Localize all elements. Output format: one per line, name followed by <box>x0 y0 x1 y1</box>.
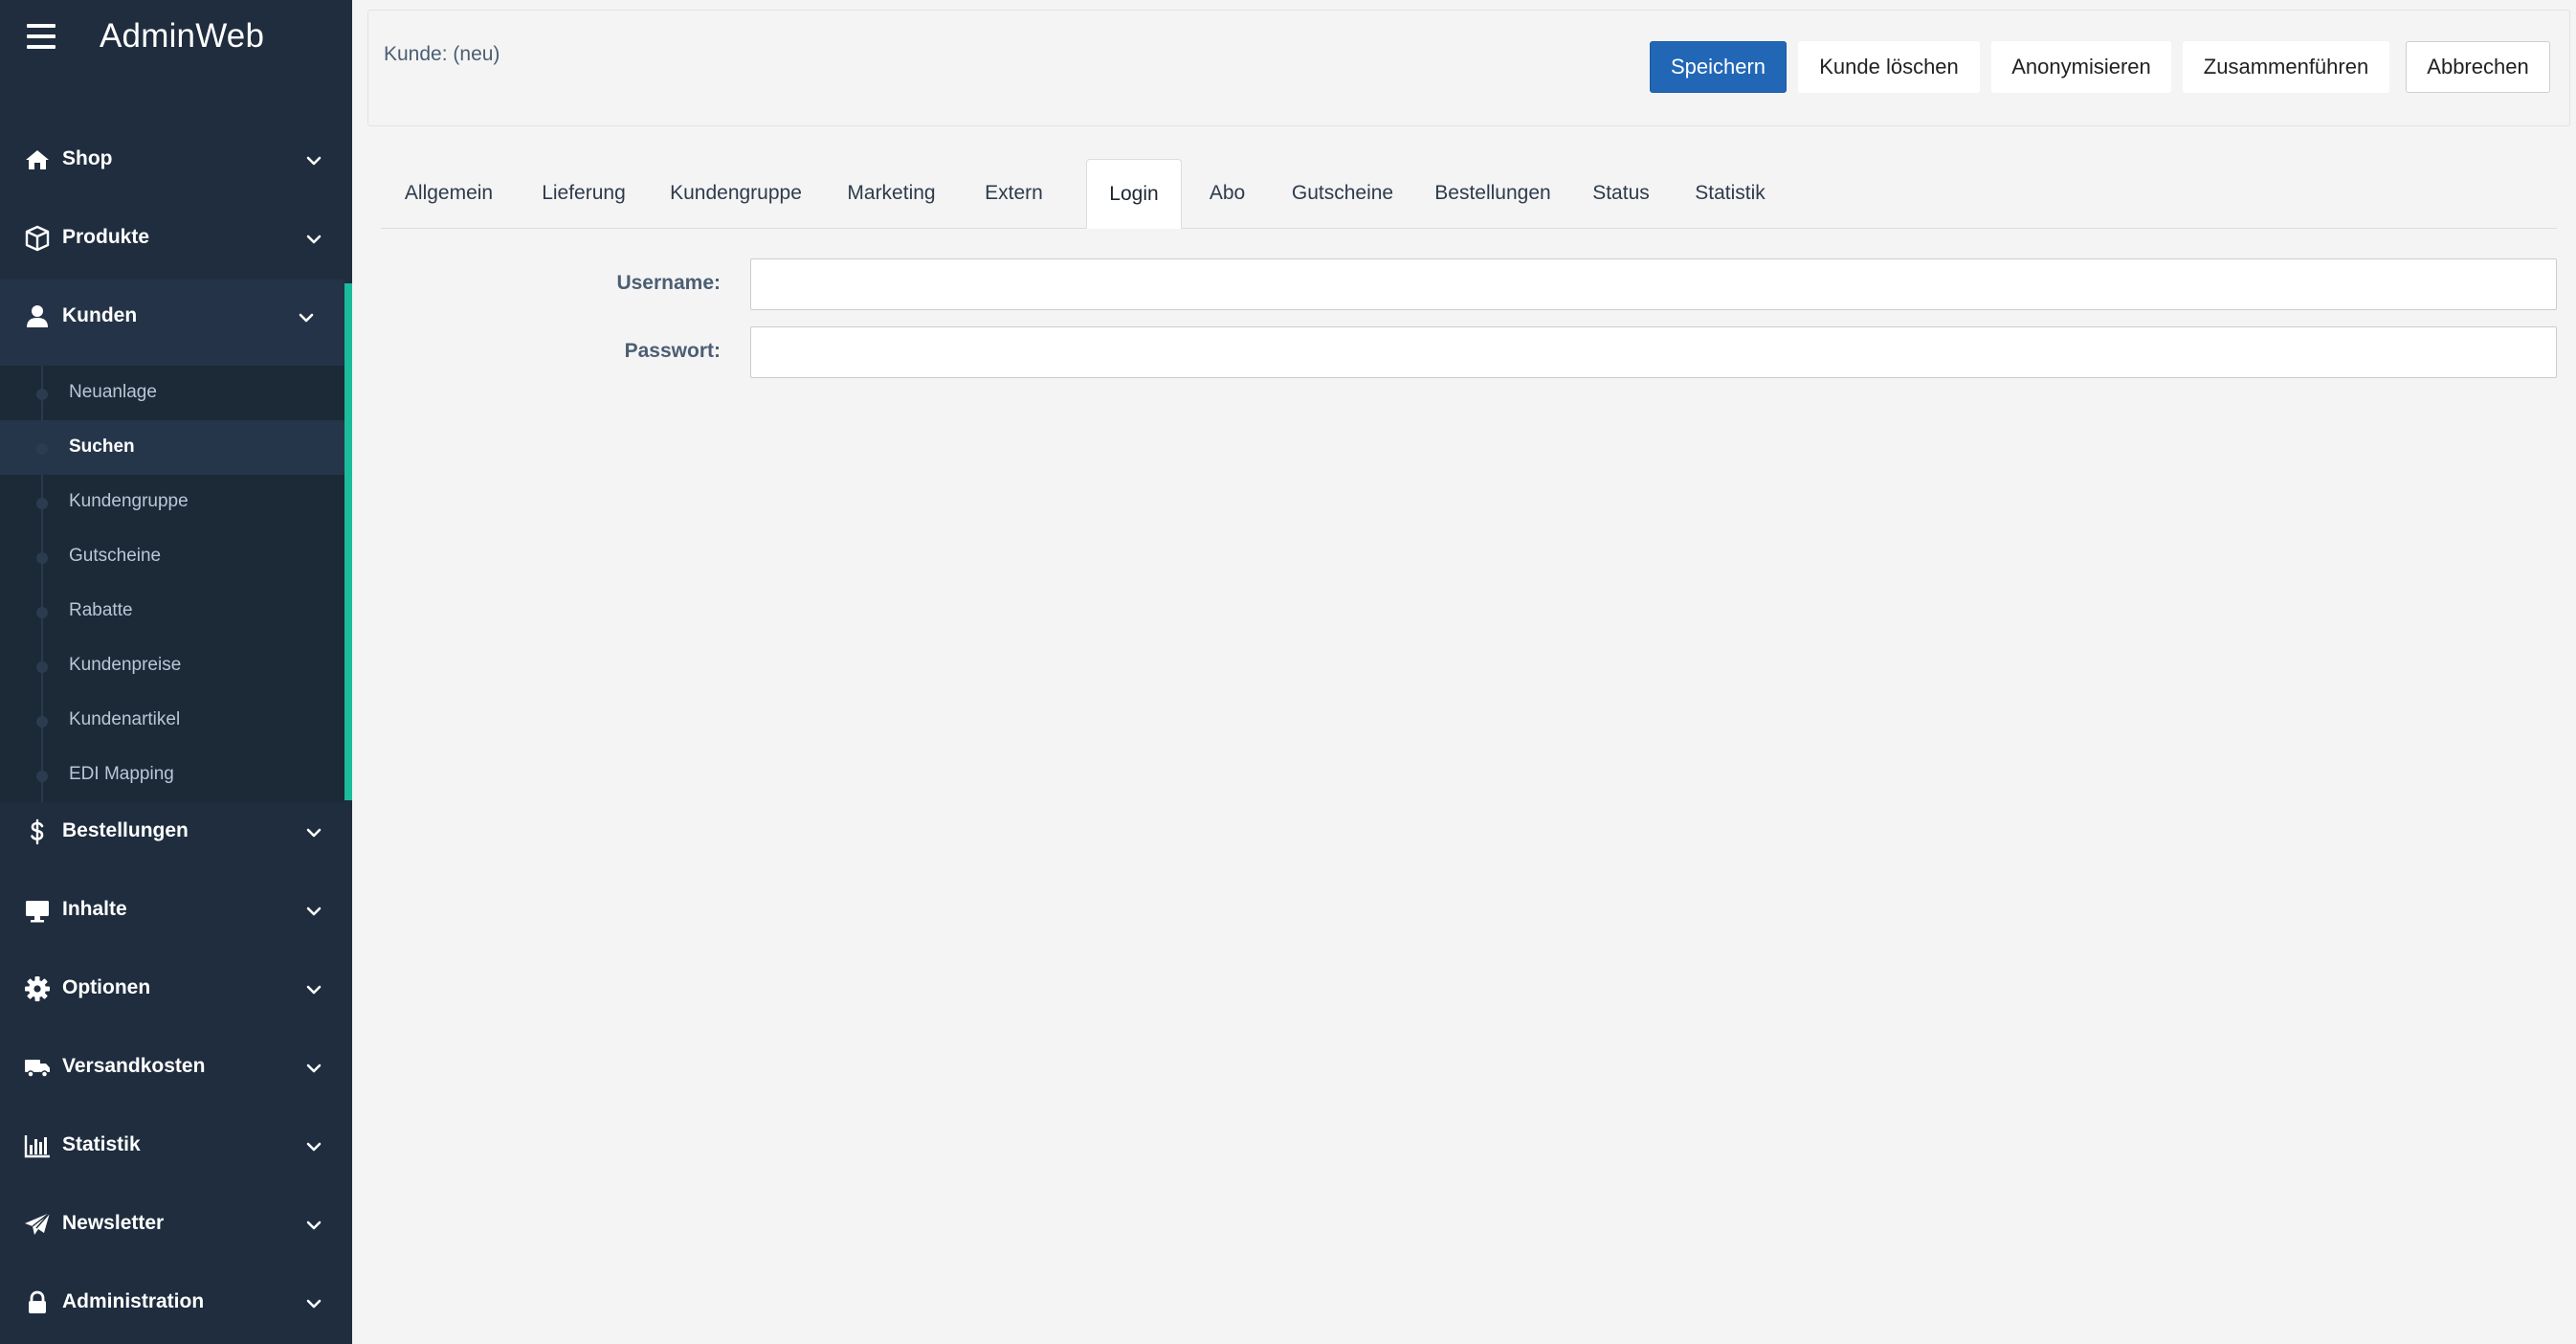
bullet-dot-icon <box>36 552 48 564</box>
dollar-icon <box>23 818 52 846</box>
chevron-down-icon <box>304 1216 323 1235</box>
sidebar-item-kunden[interactable]: Kunden <box>0 280 344 366</box>
tab-lieferung[interactable]: Lieferung <box>517 159 651 228</box>
password-input[interactable] <box>750 326 2557 378</box>
sidebar-item-produkte[interactable]: Produkte <box>0 201 344 280</box>
sidebar-item-label: Bestellungen <box>62 819 189 841</box>
anonymize-button[interactable]: Anonymisieren <box>1991 41 2171 93</box>
chevron-down-icon <box>297 308 316 327</box>
sidebar-item-label: Optionen <box>62 976 151 998</box>
sidebar-subitem-label: Gutscheine <box>69 546 162 566</box>
truck-icon <box>23 1053 52 1082</box>
page-title: Kunde: (neu) <box>384 43 500 65</box>
tab-gutscheine[interactable]: Gutscheine <box>1273 159 1412 228</box>
monitor-icon <box>23 896 52 925</box>
sidebar-item-label: Kunden <box>62 304 138 326</box>
chevron-down-icon <box>304 980 323 999</box>
delete-customer-button[interactable]: Kunde löschen <box>1798 41 1980 93</box>
sidebar-subitem-label: Rabatte <box>69 600 133 620</box>
sidebar-subitem-kundenpreise[interactable]: Kundenpreise <box>0 638 344 693</box>
sidebar-subitem-gutscheine[interactable]: Gutscheine <box>0 529 344 584</box>
paper-plane-icon <box>23 1210 52 1239</box>
sidebar-subitem-rabatte[interactable]: Rabatte <box>0 584 344 638</box>
sidebar-item-inhalte[interactable]: Inhalte <box>0 873 344 952</box>
user-icon <box>23 302 52 331</box>
chevron-down-icon <box>304 823 323 842</box>
sidebar-subitem-kundengruppe[interactable]: Kundengruppe <box>0 475 344 529</box>
tab-extern[interactable]: Extern <box>962 159 1066 228</box>
tab-kundengruppe[interactable]: Kundengruppe <box>651 159 821 228</box>
bullet-dot-icon <box>36 771 48 782</box>
sidebar-subitem-label: Kundengruppe <box>69 491 189 511</box>
bullet-dot-icon <box>36 716 48 728</box>
bullet-dot-icon <box>36 661 48 673</box>
box-icon <box>23 224 52 253</box>
chevron-down-icon <box>304 1294 323 1313</box>
chevron-down-icon <box>304 1137 323 1156</box>
sidebar-item-label: Statistik <box>62 1133 141 1155</box>
chevron-down-icon <box>304 902 323 921</box>
sidebar-item-label: Shop <box>62 147 113 169</box>
sidebar-subitem-label: Neuanlage <box>69 382 157 402</box>
active-section-accent <box>344 283 352 800</box>
merge-button[interactable]: Zusammenführen <box>2183 41 2389 93</box>
sidebar-subitem-label: EDI Mapping <box>69 764 174 784</box>
bullet-dot-icon <box>36 498 48 509</box>
bullet-dot-icon <box>36 607 48 618</box>
record-header: Kunde: (neu) Speichern Kunde löschen Ano… <box>367 10 2570 126</box>
home-icon <box>23 146 52 174</box>
chevron-down-icon <box>304 1059 323 1078</box>
chevron-down-icon <box>304 151 323 170</box>
sidebar-item-label: Versandkosten <box>62 1055 206 1077</box>
username-label: Username: <box>616 272 721 294</box>
username-input[interactable] <box>750 258 2557 310</box>
cancel-button[interactable]: Abbrechen <box>2406 41 2550 93</box>
tab-login[interactable]: Login <box>1086 159 1182 229</box>
sidebar: AdminWeb Shop Produkte Kunden Neuanlage … <box>0 0 352 1344</box>
sidebar-item-administration[interactable]: Administration <box>0 1266 344 1344</box>
save-button[interactable]: Speichern <box>1650 41 1787 93</box>
tab-bestellungen[interactable]: Bestellungen <box>1412 159 1573 228</box>
chevron-down-icon <box>304 230 323 249</box>
tab-allgemein[interactable]: Allgemein <box>381 159 517 228</box>
gear-icon <box>23 974 52 1003</box>
sidebar-item-label: Inhalte <box>62 898 127 920</box>
sidebar-subitem-label: Kundenartikel <box>69 709 181 729</box>
sidebar-subitem-label: Kundenpreise <box>69 655 182 675</box>
hamburger-icon[interactable] <box>27 24 56 49</box>
sidebar-item-statistik[interactable]: Statistik <box>0 1109 344 1187</box>
lock-icon <box>23 1288 52 1317</box>
sidebar-item-newsletter[interactable]: Newsletter <box>0 1187 344 1266</box>
bullet-dot-icon <box>36 443 48 455</box>
tab-abo[interactable]: Abo <box>1182 159 1273 228</box>
tab-bar: Allgemein Lieferung Kundengruppe Marketi… <box>381 159 2557 229</box>
sidebar-item-label: Newsletter <box>62 1212 165 1234</box>
sidebar-subitem-label: Suchen <box>69 437 135 457</box>
sidebar-item-label: Administration <box>62 1290 205 1312</box>
tab-statistik[interactable]: Statistik <box>1669 159 1791 228</box>
sidebar-item-shop[interactable]: Shop <box>0 123 344 201</box>
sidebar-subitem-suchen[interactable]: Suchen <box>0 420 344 475</box>
sidebar-item-bestellungen[interactable]: Bestellungen <box>0 795 344 873</box>
tab-status[interactable]: Status <box>1573 159 1669 228</box>
sidebar-item-optionen[interactable]: Optionen <box>0 952 344 1030</box>
sidebar-item-label: Produkte <box>62 226 150 248</box>
bullet-dot-icon <box>36 389 48 400</box>
app-title: AdminWeb <box>100 17 265 55</box>
brand-bar: AdminWeb <box>0 0 352 75</box>
sidebar-subitem-kundenartikel[interactable]: Kundenartikel <box>0 693 344 748</box>
tab-marketing[interactable]: Marketing <box>821 159 962 228</box>
sidebar-subitem-neuanlage[interactable]: Neuanlage <box>0 366 344 420</box>
kunden-submenu: Neuanlage Suchen Kundengruppe Gutscheine… <box>0 366 344 802</box>
password-label: Passwort: <box>624 340 721 362</box>
sidebar-item-versandkosten[interactable]: Versandkosten <box>0 1030 344 1109</box>
bar-chart-icon <box>23 1131 52 1160</box>
